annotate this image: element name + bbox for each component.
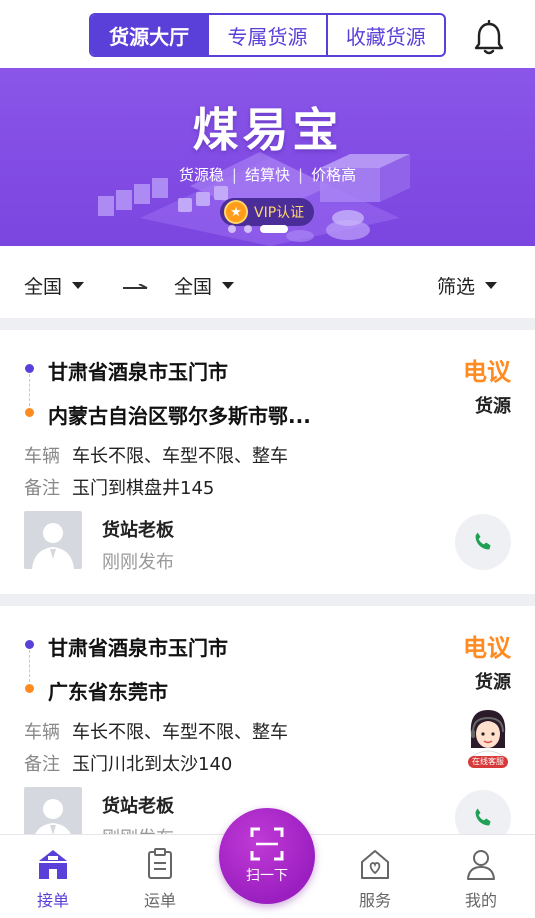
clipboard-icon — [148, 848, 172, 879]
note-key: 备注 — [24, 754, 60, 775]
avatar — [24, 511, 82, 569]
cargo-type: 货源 — [475, 672, 511, 693]
subtitle-item: 货源稳 — [178, 166, 224, 184]
subtitle-separator: | — [231, 166, 237, 184]
to-region-dropdown[interactable]: 全国 — [174, 272, 235, 299]
avatar — [24, 787, 82, 834]
star-icon: ★ — [224, 200, 248, 224]
vehicle-key: 车辆 — [24, 722, 60, 743]
from-region-dropdown[interactable]: 全国 — [24, 272, 85, 299]
call-button[interactable] — [455, 514, 511, 570]
destination-dot — [25, 684, 34, 693]
source-tabs: 货源大厅 专属货源 收藏货源 — [89, 13, 446, 57]
caret-down-icon — [222, 282, 235, 289]
tab-favorite-cargo[interactable]: 收藏货源 — [325, 15, 444, 55]
scan-icon — [250, 827, 284, 861]
vip-badge: ★ VIP认证 — [220, 198, 315, 226]
arrow-right-icon — [123, 284, 148, 289]
publisher-name: 货站老板 — [102, 796, 174, 817]
vip-label: VIP认证 — [254, 205, 305, 221]
tab-cargo-hall[interactable]: 货源大厅 — [91, 15, 208, 55]
route-line — [29, 374, 30, 406]
note-value: 玉门到棋盘井145 — [72, 478, 215, 499]
home-icon — [39, 850, 67, 879]
nav-label: 我的 — [464, 891, 497, 910]
vehicle-value: 车长不限、车型不限、整车 — [72, 446, 288, 467]
to-region-label: 全国 — [174, 276, 213, 298]
route-line — [29, 650, 30, 682]
nav-label: 服务 — [358, 891, 391, 910]
top-bar: 货源大厅 专属货源 收藏货源 — [0, 0, 535, 68]
origin-address: 甘肃省酒泉市玉门市 — [48, 360, 228, 384]
subtitle-item: 价格高 — [311, 166, 357, 184]
carousel-dot — [228, 225, 236, 233]
caret-down-icon — [485, 282, 498, 289]
customer-service-button[interactable]: 在线客服 — [463, 704, 513, 770]
subtitle-item: 结算快 — [244, 166, 290, 184]
vehicle-row: 车辆 车长不限、车型不限、整车 — [24, 442, 288, 468]
carousel-dot-active — [260, 225, 288, 233]
destination-address: 广东省东莞市 — [48, 680, 168, 704]
user-placeholder-icon — [32, 523, 74, 569]
note-row: 备注 玉门川北到太沙140 — [24, 750, 232, 776]
scan-button[interactable]: 扫一下 — [219, 808, 315, 904]
filter-bar: 全国 全国 筛选 — [0, 246, 535, 318]
origin-address: 甘肃省酒泉市玉门市 — [48, 636, 228, 660]
publish-time: 刚刚发布 — [102, 824, 174, 834]
nav-label: 接单 — [36, 891, 69, 910]
cargo-card[interactable]: 甘肃省酒泉市玉门市 内蒙古自治区鄂尔多斯市鄂... 电议 货源 车辆 车长不限、车… — [0, 330, 535, 594]
user-icon — [467, 850, 495, 880]
call-button[interactable] — [455, 790, 511, 834]
phone-icon — [475, 808, 491, 826]
vehicle-row: 车辆 车长不限、车型不限、整车 — [24, 718, 288, 744]
banner-subtitle: 货源稳 | 结算快 | 价格高 — [0, 164, 535, 185]
carousel-indicator — [228, 225, 288, 233]
phone-icon — [475, 532, 491, 550]
user-placeholder-icon — [35, 799, 71, 834]
nav-service[interactable]: 服务 — [340, 835, 410, 918]
origin-dot — [25, 640, 34, 649]
nav-waybill[interactable]: 运单 — [125, 835, 195, 918]
nav-label: 运单 — [143, 891, 176, 910]
from-region-label: 全国 — [24, 276, 63, 298]
bell-icon[interactable] — [472, 20, 506, 56]
scan-label: 扫一下 — [246, 868, 288, 884]
service-home-icon — [361, 850, 389, 879]
filter-dropdown[interactable]: 筛选 — [437, 272, 498, 299]
promo-banner[interactable]: 煤易宝 货源稳 | 结算快 | 价格高 ★ VIP认证 — [0, 68, 535, 246]
price-label: 电议 — [463, 634, 511, 662]
destination-dot — [25, 408, 34, 417]
caret-down-icon — [72, 282, 85, 289]
carousel-dot — [244, 225, 252, 233]
note-row: 备注 玉门到棋盘井145 — [24, 474, 214, 500]
vehicle-key: 车辆 — [24, 446, 60, 467]
nav-orders[interactable]: 接单 — [18, 835, 88, 918]
destination-address: 内蒙古自治区鄂尔多斯市鄂... — [48, 404, 311, 428]
publish-time: 刚刚发布 — [102, 552, 174, 573]
nav-profile[interactable]: 我的 — [446, 835, 516, 918]
cargo-type: 货源 — [475, 396, 511, 417]
publisher-name: 货站老板 — [102, 520, 174, 541]
note-key: 备注 — [24, 478, 60, 499]
subtitle-separator: | — [298, 166, 304, 184]
filter-label: 筛选 — [437, 276, 476, 298]
note-value: 玉门川北到太沙140 — [72, 754, 233, 775]
tab-exclusive-cargo[interactable]: 专属货源 — [207, 15, 325, 55]
banner-title: 煤易宝 — [192, 103, 343, 157]
customer-service-label: 在线客服 — [472, 757, 504, 766]
cargo-card[interactable]: 甘肃省酒泉市玉门市 广东省东莞市 电议 货源 车辆 车长不限、车型不限、整车 备注… — [0, 606, 535, 834]
origin-dot — [25, 364, 34, 373]
vehicle-value: 车长不限、车型不限、整车 — [72, 722, 288, 743]
price-label: 电议 — [463, 358, 511, 386]
